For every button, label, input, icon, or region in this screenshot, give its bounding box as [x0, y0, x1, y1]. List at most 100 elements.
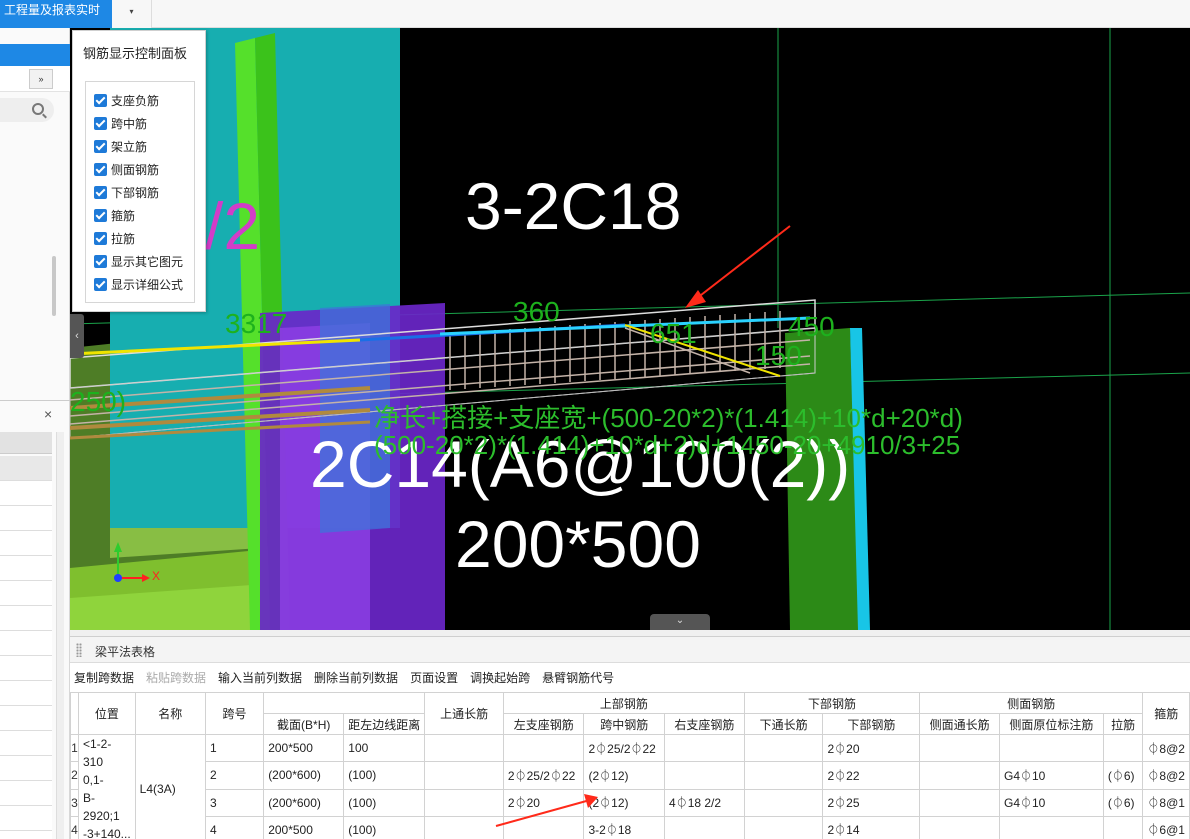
list-item[interactable]: [0, 781, 52, 806]
bottom-through-cell[interactable]: [743, 733, 824, 763]
left-support-cell[interactable]: [502, 733, 585, 763]
column-header-left-support[interactable]: 左支座钢筋: [502, 713, 585, 735]
section-cell[interactable]: (200*600): [263, 761, 345, 790]
checkbox-checked-icon[interactable]: [94, 162, 107, 176]
list-item[interactable]: [0, 581, 52, 606]
stirrup-cell[interactable]: ⏀8@2: [1142, 733, 1190, 763]
edge-distance-cell[interactable]: (100): [343, 815, 426, 839]
position-cell[interactable]: <1-2-310 0,1- B-2920;1 -3+140...: [77, 734, 136, 839]
paste-span-data-button[interactable]: 粘贴跨数据: [146, 669, 206, 686]
section-cell[interactable]: 200*500: [263, 815, 345, 839]
checkbox-checked-icon[interactable]: [94, 139, 107, 153]
tie-cell[interactable]: (⏀6): [1102, 788, 1144, 817]
stirrup-cell[interactable]: ⏀8@2: [1142, 761, 1190, 790]
side-original-cell[interactable]: G4⏀10: [999, 788, 1104, 817]
stirrup-cell[interactable]: ⏀6@1: [1142, 815, 1190, 839]
span-no-cell[interactable]: 4: [204, 815, 265, 839]
checkbox-show-other-elements[interactable]: 显示其它图元: [94, 251, 183, 271]
table-row[interactable]: 4 4 200*500 (100) 3-2⏀18 2⏀14 ⏀6@1: [70, 815, 1190, 839]
side-original-cell[interactable]: [999, 815, 1104, 839]
tie-cell[interactable]: [1102, 733, 1144, 763]
scrollbar[interactable]: [56, 432, 64, 839]
list-item[interactable]: [0, 481, 52, 506]
mid-span-cell[interactable]: 2⏀25/2⏀22: [583, 733, 666, 763]
right-support-cell[interactable]: [664, 733, 745, 763]
list-item[interactable]: [0, 531, 52, 556]
list-item[interactable]: [0, 456, 52, 481]
page-setup-button[interactable]: 页面设置: [410, 669, 458, 686]
name-cell[interactable]: L4(3A): [134, 734, 206, 839]
list-item[interactable]: [0, 656, 52, 681]
side-through-cell[interactable]: [919, 788, 1000, 817]
checkbox-side-rebar[interactable]: 侧面钢筋: [94, 159, 159, 179]
list-item[interactable]: [0, 606, 52, 631]
list-item[interactable]: [0, 731, 52, 756]
list-item[interactable]: [0, 631, 52, 656]
checkbox-tie-bar[interactable]: 拉筋: [94, 228, 135, 248]
tie-cell[interactable]: [1102, 815, 1144, 839]
table-row[interactable]: 3 3 (200*600) (100) 2⏀20 (2⏀12) 4⏀18 2/2…: [70, 788, 1190, 817]
section-cell[interactable]: (200*600): [263, 788, 345, 817]
stirrup-cell[interactable]: ⏀8@1: [1142, 788, 1190, 817]
bottom-bar-cell[interactable]: 2⏀20: [822, 733, 921, 763]
collapse-bottom-panel-button[interactable]: ⌄: [650, 614, 710, 630]
edge-distance-cell[interactable]: (100): [343, 788, 426, 817]
column-header-top-through[interactable]: 上通长筋: [424, 692, 504, 735]
column-header-position[interactable]: 位置: [77, 692, 136, 735]
list-item[interactable]: [0, 506, 52, 531]
checkbox-checked-icon[interactable]: [94, 277, 107, 291]
copy-span-data-button[interactable]: 复制跨数据: [74, 669, 134, 686]
list-item[interactable]: [0, 806, 52, 831]
checkbox-show-detail-formula[interactable]: 显示详细公式: [94, 274, 183, 294]
top-through-cell[interactable]: [424, 733, 504, 763]
chevron-down-icon[interactable]: ▾: [112, 0, 152, 28]
span-no-cell[interactable]: 2: [204, 761, 265, 790]
table-row[interactable]: 2 2 (200*600) (100) 2⏀25/2⏀22 (2⏀12) 2⏀2…: [70, 761, 1190, 790]
checkbox-checked-icon[interactable]: [94, 231, 107, 245]
3d-viewport[interactable]: 3-2C18 2C14(A6@100(2)) 200*500 /2 3317 3…: [70, 28, 1190, 630]
expand-icon[interactable]: »: [29, 69, 53, 89]
column-header-mid-span[interactable]: 跨中钢筋: [583, 713, 666, 735]
search-input[interactable]: [0, 98, 54, 122]
list-item[interactable]: [0, 681, 52, 706]
cantilever-rebar-code-button[interactable]: 悬臂钢筋代号: [542, 669, 614, 686]
side-original-cell[interactable]: [999, 733, 1104, 763]
side-through-cell[interactable]: [919, 761, 1000, 790]
input-column-data-button[interactable]: 输入当前列数据: [218, 669, 302, 686]
column-header-tie[interactable]: 拉筋: [1102, 713, 1144, 735]
close-icon[interactable]: ×: [44, 406, 52, 422]
collapse-left-panel-button[interactable]: ‹: [70, 314, 84, 358]
checkbox-stirrup[interactable]: 箍筋: [94, 205, 135, 225]
side-through-cell[interactable]: [919, 815, 1000, 839]
checkbox-checked-icon[interactable]: [94, 116, 107, 130]
column-header-bottom-through[interactable]: 下通长筋: [743, 713, 824, 735]
column-header-right-support[interactable]: 右支座钢筋: [664, 713, 745, 735]
checkbox-checked-icon[interactable]: [94, 93, 107, 107]
span-no-cell[interactable]: 3: [204, 788, 265, 817]
checkbox-checked-icon[interactable]: [94, 254, 107, 268]
drag-handle-icon[interactable]: [76, 643, 82, 657]
bottom-bar-cell[interactable]: 2⏀14: [822, 815, 921, 839]
list-item[interactable]: [0, 556, 52, 581]
column-header-span-no[interactable]: 跨号: [204, 692, 265, 735]
bottom-bar-cell[interactable]: 2⏀25: [822, 788, 921, 817]
tab-realtime-quantity-report[interactable]: 工程量及报表实时: [0, 0, 112, 28]
bottom-through-cell[interactable]: [743, 815, 824, 839]
column-header-side-through[interactable]: 侧面通长筋: [919, 713, 1000, 735]
list-item[interactable]: [0, 756, 52, 781]
swap-start-span-button[interactable]: 调换起始跨: [470, 669, 530, 686]
table-row[interactable]: 1 <1-2-310 0,1- B-2920;1 -3+140... L4(3A…: [70, 733, 1190, 839]
top-through-cell[interactable]: [424, 761, 504, 790]
checkbox-checked-icon[interactable]: [94, 185, 107, 199]
scrollbar[interactable]: [52, 256, 56, 316]
tie-cell[interactable]: (⏀6): [1102, 761, 1144, 790]
side-through-cell[interactable]: [919, 733, 1000, 763]
column-header-section[interactable]: 截面(B*H): [263, 713, 345, 735]
checkbox-checked-icon[interactable]: [94, 208, 107, 222]
column-header-name[interactable]: 名称: [134, 692, 206, 735]
list-item[interactable]: [0, 706, 52, 731]
side-original-cell[interactable]: G4⏀10: [999, 761, 1104, 790]
search-icon[interactable]: [32, 103, 44, 115]
column-header-side-original[interactable]: 侧面原位标注筋: [999, 713, 1104, 735]
right-support-cell[interactable]: 4⏀18 2/2: [664, 788, 745, 817]
